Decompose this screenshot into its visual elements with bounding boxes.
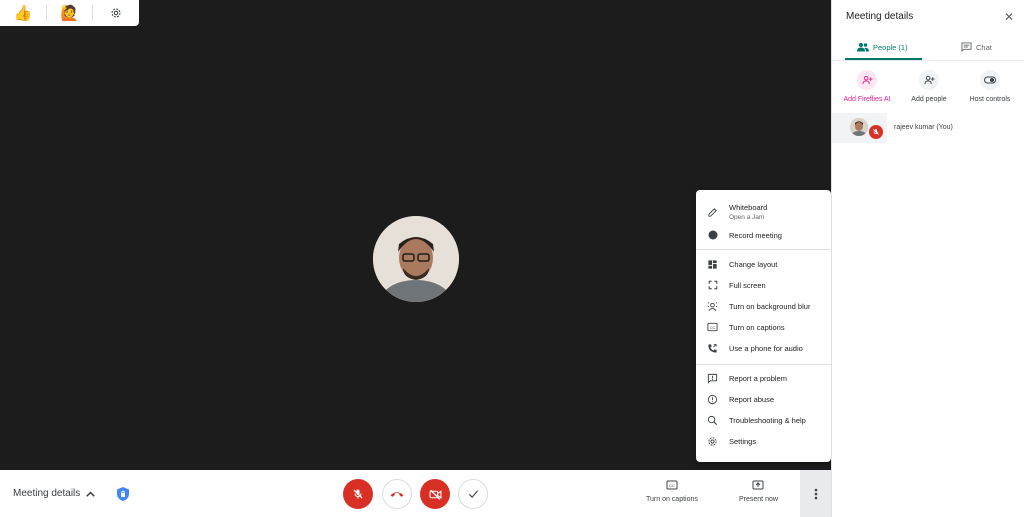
captions-icon: CC — [707, 322, 718, 332]
menu-item-report-abuse[interactable]: Report abuse — [696, 394, 831, 405]
settings-button[interactable] — [93, 0, 139, 26]
chevron-up-icon — [86, 490, 96, 497]
participant-avatar — [373, 216, 459, 302]
menu-item-blur[interactable]: Turn on background blur — [696, 301, 831, 312]
layout-icon — [708, 260, 717, 269]
bottom-toolbar: Meeting details CC Turn on captions Pres… — [0, 470, 831, 517]
menu-label: Whiteboard — [729, 203, 768, 212]
people-icon — [857, 43, 869, 52]
menu-divider — [696, 364, 831, 365]
more-options-button[interactable] — [800, 470, 831, 517]
fullscreen-icon — [708, 280, 717, 290]
more-vert-icon — [814, 488, 817, 499]
menu-item-phone[interactable]: Use a phone for audio — [696, 343, 831, 354]
menu-sublabel: Open a Jam — [729, 214, 765, 221]
close-icon: ✕ — [1004, 10, 1015, 24]
present-icon — [752, 480, 764, 490]
tab-label: People (1) — [873, 42, 908, 52]
menu-item-help[interactable]: Troubleshooting & help — [696, 415, 831, 426]
pencil-icon — [708, 207, 717, 217]
present-now-button[interactable]: Present now — [739, 480, 778, 503]
gear-icon — [111, 8, 121, 18]
add-person-icon — [861, 75, 873, 85]
menu-label: Troubleshooting & help — [729, 416, 806, 425]
menu-label: Report a problem — [729, 374, 787, 383]
reaction-bar: 👍 🙋 — [0, 0, 139, 26]
camera-off-icon — [429, 489, 441, 500]
shield-icon — [117, 487, 129, 501]
more-options-menu: Whiteboard Open a Jam Record meeting Chan… — [696, 190, 831, 462]
action-label: Add Fireflies AI — [843, 96, 891, 103]
feedback-icon — [707, 373, 718, 384]
menu-label: Change layout — [729, 260, 778, 269]
menu-item-captions[interactable]: CC Turn on captions — [696, 322, 831, 332]
phone-icon — [708, 343, 717, 353]
present-label: Present now — [739, 496, 778, 503]
video-stage: 👍 🙋 Whiteboard Open a Jam Record meeting — [0, 0, 831, 470]
alert-icon — [707, 394, 718, 405]
add-fireflies-button[interactable]: Add Fireflies AI — [837, 70, 897, 103]
thumbs-up-icon: 👍 — [13, 5, 33, 22]
gear-icon — [708, 437, 717, 446]
captions-icon: CC — [666, 480, 678, 490]
add-person-icon — [923, 75, 935, 85]
captions-label: Turn on captions — [646, 496, 698, 503]
menu-item-layout[interactable]: Change layout — [696, 259, 831, 270]
menu-item-fullscreen[interactable]: Full screen — [696, 280, 831, 290]
tab-label: Chat — [976, 42, 992, 52]
mic-off-icon — [353, 489, 363, 499]
record-icon — [708, 230, 717, 240]
raise-hand-button[interactable]: 🙋 — [47, 0, 93, 26]
camera-toggle-button[interactable] — [420, 479, 450, 509]
svg-text:CC: CC — [710, 326, 716, 330]
menu-label: Turn on captions — [729, 322, 785, 332]
tab-chat[interactable]: Chat — [961, 42, 992, 52]
avatar — [850, 118, 868, 136]
toggle-icon — [984, 76, 996, 84]
menu-label: Report abuse — [729, 395, 775, 404]
participant-name: rajeev kumar (You) — [894, 124, 953, 131]
menu-divider — [696, 249, 831, 250]
add-people-button[interactable]: Add people — [899, 70, 959, 103]
host-controls-button[interactable]: Host controls — [960, 70, 1020, 103]
help-search-icon — [707, 415, 718, 426]
menu-item-settings[interactable]: Settings — [696, 436, 831, 447]
background-blur-icon — [707, 302, 718, 311]
divider — [832, 60, 1024, 61]
meeting-details-toggle[interactable]: Meeting details — [13, 488, 96, 499]
menu-item-report-problem[interactable]: Report a problem — [696, 373, 831, 384]
chat-icon — [961, 42, 972, 52]
captions-button[interactable]: CC Turn on captions — [646, 480, 698, 503]
action-label: Add people — [911, 96, 947, 103]
tab-people[interactable]: People (1) — [857, 42, 908, 52]
panel-title: Meeting details — [846, 11, 914, 22]
thumbs-up-button[interactable]: 👍 — [0, 0, 46, 26]
confirm-button[interactable] — [458, 479, 488, 509]
muted-badge — [869, 125, 883, 139]
meeting-details-panel: Meeting details ✕ People (1) Chat Add Fi… — [831, 0, 1024, 517]
action-label: Host controls — [969, 96, 1011, 103]
menu-label: Record meeting — [729, 230, 782, 240]
menu-label: Full screen — [729, 280, 766, 290]
close-panel-button[interactable]: ✕ — [1004, 10, 1014, 24]
meeting-details-label: Meeting details — [13, 488, 81, 499]
menu-label: Turn on background blur — [729, 302, 811, 311]
leave-call-button[interactable] — [382, 479, 412, 509]
check-icon — [468, 490, 478, 499]
security-button[interactable] — [116, 486, 130, 507]
menu-label: Use a phone for audio — [729, 344, 803, 353]
mic-toggle-button[interactable] — [343, 479, 373, 509]
svg-text:CC: CC — [669, 483, 675, 488]
menu-label: Settings — [729, 437, 757, 446]
participant-row: rajeev kumar (You) — [832, 113, 1024, 143]
menu-item-record[interactable]: Record meeting — [696, 230, 831, 240]
raise-hand-icon: 🙋 — [60, 5, 79, 22]
hang-up-icon — [390, 492, 404, 497]
mic-off-icon — [873, 129, 879, 135]
menu-item-whiteboard[interactable]: Whiteboard Open a Jam — [696, 203, 831, 221]
